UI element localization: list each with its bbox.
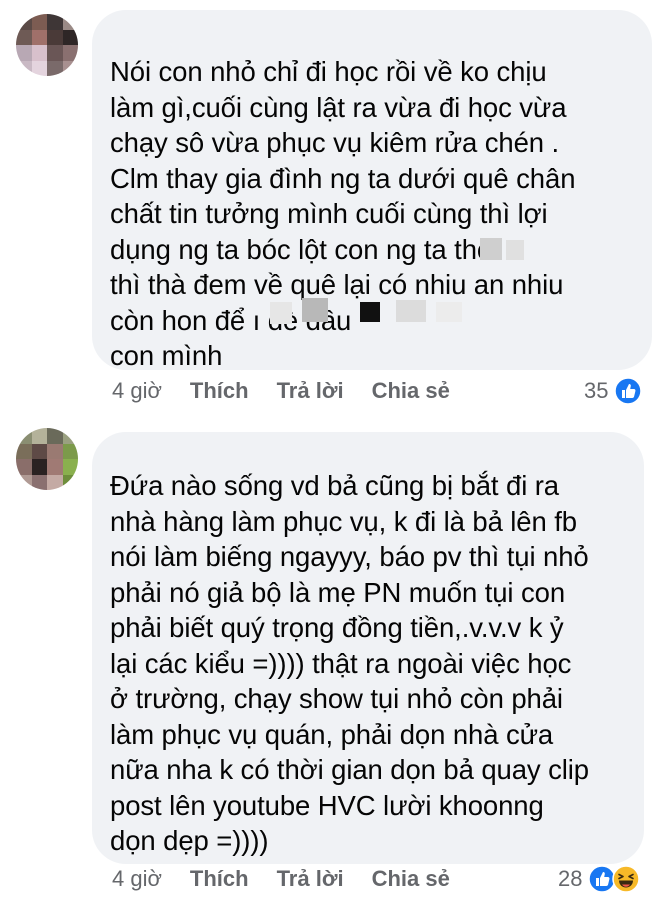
share-button[interactable]: Chia sẻ [372, 866, 450, 892]
comment-actions: 4 giờ Thích Trả lời Chia sẻ [112, 862, 478, 896]
reaction-summary[interactable]: 28 [558, 862, 641, 896]
censored-word [480, 238, 502, 260]
comment-1: Nói con nhỏ chỉ đi học rồi về ko chịu là… [0, 0, 660, 412]
reaction-count: 35 [584, 378, 609, 403]
censored-word [302, 298, 328, 322]
comment-text: Đứa nào sống vd bả cũng bị bắt đi ra nhà… [110, 470, 589, 856]
censored-word [396, 300, 426, 322]
censored-word [506, 240, 524, 260]
comment-actions: 4 giờ Thích Trả lời Chia sẻ [112, 374, 478, 408]
share-button[interactable]: Chia sẻ [372, 378, 450, 404]
comment-thread: Nói con nhỏ chỉ đi học rồi về ko chịu là… [0, 0, 660, 901]
commenter-avatar[interactable] [16, 428, 78, 490]
like-icon [614, 377, 643, 405]
censored-word [436, 302, 462, 322]
commenter-avatar[interactable] [16, 14, 78, 76]
comment-time[interactable]: 4 giờ [112, 866, 162, 892]
reply-button[interactable]: Trả lời [277, 378, 344, 404]
reaction-summary[interactable]: 35 [584, 374, 643, 408]
censored-word [270, 302, 292, 324]
comment-time[interactable]: 4 giờ [112, 378, 162, 404]
like-button[interactable]: Thích [190, 866, 249, 892]
comment-text: Nói con nhỏ chỉ đi học rồi về ko chịu là… [110, 56, 576, 371]
like-button[interactable]: Thích [190, 378, 249, 404]
reaction-count: 28 [558, 866, 583, 891]
reply-button[interactable]: Trả lời [277, 866, 344, 892]
comment-2: Đứa nào sống vd bả cũng bị bắt đi ra nhà… [0, 412, 660, 901]
censored-word [360, 302, 380, 322]
haha-icon [612, 865, 641, 893]
